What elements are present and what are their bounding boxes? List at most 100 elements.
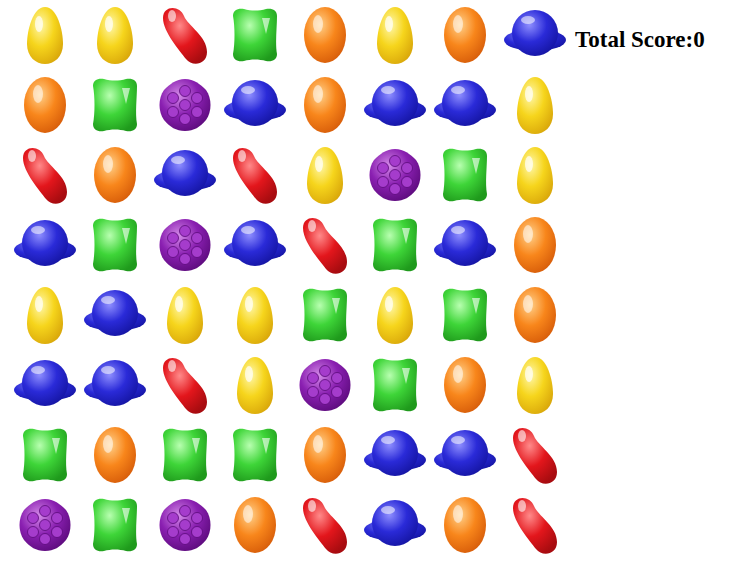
candy-icon (220, 0, 290, 70)
candy[interactable] (150, 70, 220, 140)
candy-icon (150, 350, 220, 420)
candy[interactable] (220, 70, 290, 140)
candy[interactable] (10, 350, 80, 420)
candy-icon (290, 0, 360, 70)
candy-icon (220, 420, 290, 490)
candy-icon (290, 280, 360, 350)
candy[interactable] (220, 420, 290, 490)
candy[interactable] (430, 350, 500, 420)
candy[interactable] (80, 350, 150, 420)
candy[interactable] (220, 350, 290, 420)
candy[interactable] (500, 140, 570, 210)
candy-icon (220, 70, 290, 140)
candy[interactable] (10, 280, 80, 350)
candy[interactable] (80, 140, 150, 210)
candy-icon (10, 420, 80, 490)
candy[interactable] (360, 490, 430, 560)
candy-icon (430, 70, 500, 140)
candy[interactable] (80, 490, 150, 560)
candy[interactable] (430, 420, 500, 490)
candy[interactable] (500, 350, 570, 420)
candy[interactable] (290, 0, 360, 70)
candy[interactable] (360, 140, 430, 210)
candy[interactable] (150, 490, 220, 560)
candy-icon (290, 140, 360, 210)
candy-icon (80, 350, 150, 420)
candy[interactable] (10, 70, 80, 140)
candy[interactable] (430, 490, 500, 560)
candy-icon (500, 350, 570, 420)
candy-icon (360, 0, 430, 70)
candy[interactable] (220, 0, 290, 70)
candy[interactable] (290, 280, 360, 350)
candy[interactable] (500, 420, 570, 490)
candy[interactable] (10, 420, 80, 490)
candy-icon (430, 210, 500, 280)
candy-icon (150, 420, 220, 490)
candy[interactable] (430, 280, 500, 350)
candy[interactable] (10, 210, 80, 280)
candy[interactable] (10, 0, 80, 70)
candy[interactable] (10, 490, 80, 560)
candy[interactable] (500, 210, 570, 280)
candy[interactable] (290, 490, 360, 560)
candy-icon (430, 350, 500, 420)
candy[interactable] (10, 140, 80, 210)
candy-icon (500, 490, 570, 560)
candy[interactable] (500, 490, 570, 560)
candy[interactable] (290, 70, 360, 140)
candy[interactable] (80, 210, 150, 280)
candy-icon (80, 280, 150, 350)
candy-icon (150, 140, 220, 210)
candy[interactable] (360, 350, 430, 420)
candy-icon (430, 490, 500, 560)
candy[interactable] (220, 490, 290, 560)
candy-icon (500, 210, 570, 280)
candy[interactable] (360, 280, 430, 350)
candy[interactable] (360, 70, 430, 140)
candy-icon (150, 280, 220, 350)
total-score: Total Score:0 (575, 26, 705, 567)
candy[interactable] (80, 420, 150, 490)
candy[interactable] (220, 280, 290, 350)
candy[interactable] (290, 350, 360, 420)
candy[interactable] (150, 280, 220, 350)
candy-board (10, 0, 570, 567)
candy-icon (220, 350, 290, 420)
candy-icon (430, 420, 500, 490)
candy[interactable] (360, 420, 430, 490)
candy[interactable] (290, 420, 360, 490)
candy[interactable] (150, 350, 220, 420)
candy[interactable] (500, 280, 570, 350)
candy-icon (290, 210, 360, 280)
candy[interactable] (290, 140, 360, 210)
candy[interactable] (360, 210, 430, 280)
candy[interactable] (360, 0, 430, 70)
candy[interactable] (430, 0, 500, 70)
candy-icon (150, 70, 220, 140)
candy[interactable] (80, 0, 150, 70)
candy[interactable] (150, 140, 220, 210)
candy-icon (80, 210, 150, 280)
candy[interactable] (430, 140, 500, 210)
candy-icon (220, 210, 290, 280)
candy[interactable] (80, 70, 150, 140)
candy[interactable] (220, 210, 290, 280)
candy[interactable] (430, 210, 500, 280)
candy[interactable] (220, 140, 290, 210)
candy[interactable] (290, 210, 360, 280)
candy-icon (80, 490, 150, 560)
candy-icon (150, 490, 220, 560)
candy[interactable] (500, 0, 570, 70)
candy[interactable] (150, 0, 220, 70)
candy[interactable] (150, 210, 220, 280)
candy[interactable] (430, 70, 500, 140)
candy[interactable] (80, 280, 150, 350)
candy-icon (290, 350, 360, 420)
candy[interactable] (150, 420, 220, 490)
candy-icon (10, 280, 80, 350)
candy-icon (290, 420, 360, 490)
candy[interactable] (500, 70, 570, 140)
candy-icon (430, 280, 500, 350)
candy-icon (290, 490, 360, 560)
